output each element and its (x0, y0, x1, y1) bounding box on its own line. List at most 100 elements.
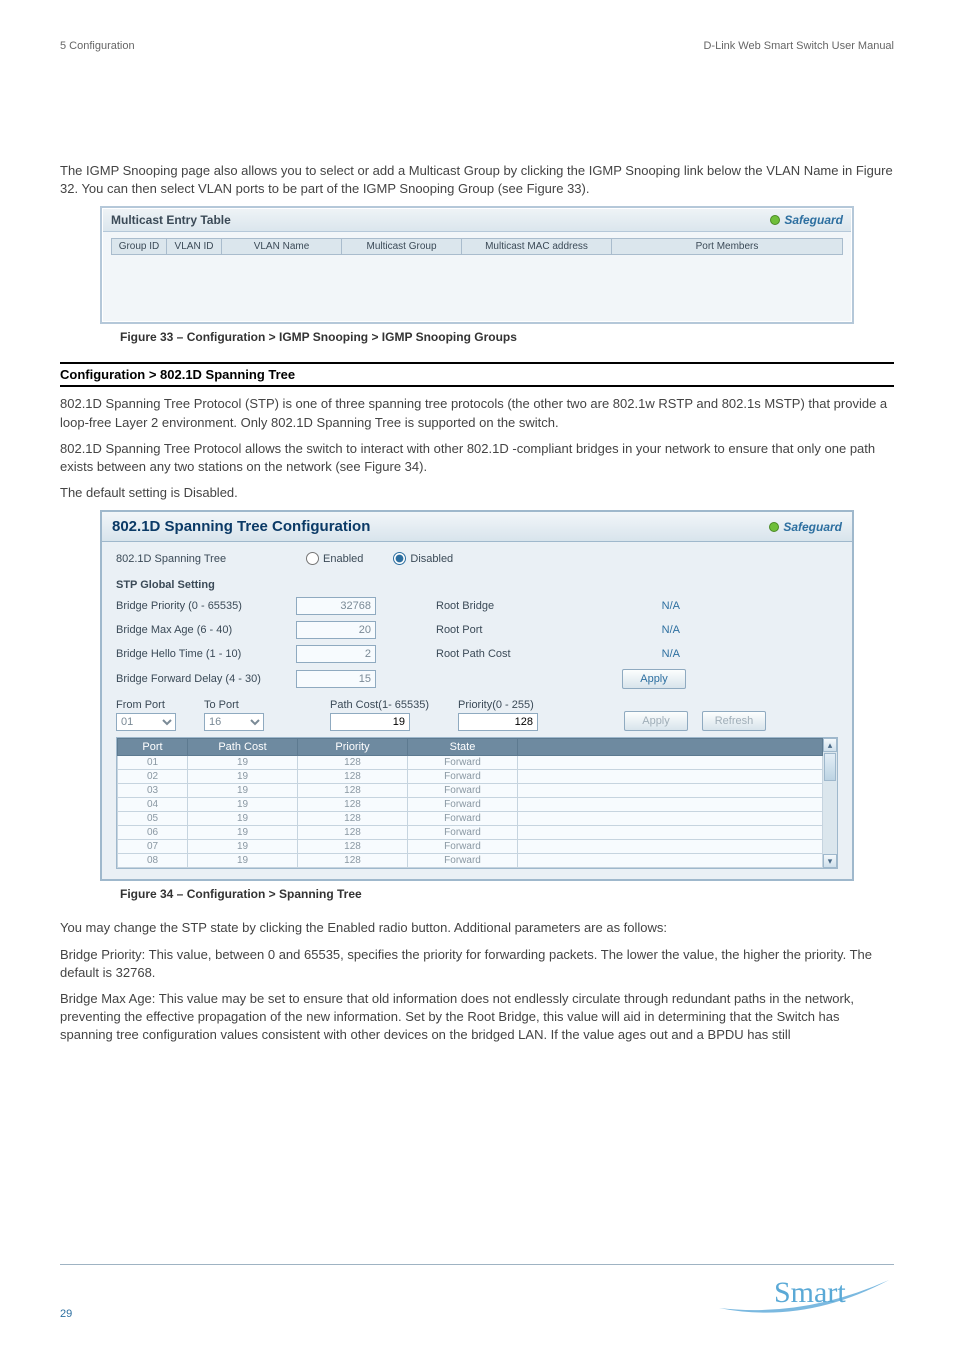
to-port-label: To Port (204, 699, 284, 711)
table-cell: Forward (408, 756, 518, 770)
table-cell: 128 (298, 798, 408, 812)
bridge-maxage-input[interactable] (296, 621, 376, 639)
priority-label: Priority(0 - 255) (458, 699, 568, 711)
table-row: 0519128Forward (118, 812, 823, 826)
root-bridge-label: Root Bridge (436, 600, 546, 612)
root-pathcost-value: N/A (546, 648, 686, 660)
scroll-down-icon[interactable]: ▾ (823, 854, 837, 868)
manual-title: D-Link Web Smart Switch User Manual (703, 40, 894, 52)
bridge-forward-input[interactable] (296, 670, 376, 688)
root-pathcost-label: Root Path Cost (436, 648, 546, 660)
chapter-label: 5 Configuration (60, 40, 135, 52)
table-row: 0719128Forward (118, 840, 823, 854)
stp-desc-1: 802.1D Spanning Tree Protocol (STP) is o… (60, 395, 894, 431)
th-empty (518, 739, 823, 756)
safeguard-label: Safeguard (783, 520, 842, 534)
page-number: 29 (60, 1308, 72, 1320)
multicast-empty-area (111, 255, 843, 315)
th-pathcost: Path Cost (188, 739, 298, 756)
table-cell: 19 (188, 826, 298, 840)
figure-33-caption: Figure 33 – Configuration > IGMP Snoopin… (120, 330, 894, 344)
col-vlan-name: VLAN Name (222, 239, 342, 255)
safeguard-badge: Safeguard (770, 213, 843, 227)
from-port-label: From Port (116, 699, 196, 711)
radio-disabled-input[interactable] (393, 552, 406, 565)
col-mc-group: Multicast Group (342, 239, 462, 255)
table-cell: Forward (408, 826, 518, 840)
panel-title: Multicast Entry Table (111, 213, 231, 227)
stp-panel-title: 802.1D Spanning Tree Configuration (112, 518, 370, 535)
intro-paragraph: The IGMP Snooping page also allows you t… (60, 162, 894, 198)
safeguard-icon (769, 522, 779, 532)
to-port-select[interactable]: 16 (204, 713, 264, 731)
safeguard-label: Safeguard (784, 213, 843, 227)
bridge-priority-label: Bridge Priority (0 - 65535) (116, 600, 296, 612)
safeguard-icon (770, 215, 780, 225)
safeguard-badge: Safeguard (769, 520, 842, 534)
table-cell: Forward (408, 798, 518, 812)
scroll-up-icon[interactable]: ▴ (823, 738, 837, 752)
table-cell: 08 (118, 854, 188, 868)
radio-enabled-input[interactable] (306, 552, 319, 565)
table-cell: 128 (298, 784, 408, 798)
table-row: 0319128Forward (118, 784, 823, 798)
table-cell: 19 (188, 854, 298, 868)
radio-enabled[interactable]: Enabled (306, 552, 363, 565)
table-cell: 19 (188, 840, 298, 854)
after-para-2: Bridge Priority: This value, between 0 a… (60, 946, 894, 982)
table-cell (518, 784, 823, 798)
table-cell (518, 798, 823, 812)
col-group-id: Group ID (112, 239, 167, 255)
bridge-forward-label: Bridge Forward Delay (4 - 30) (116, 673, 296, 685)
table-cell (518, 770, 823, 784)
apply-global-button[interactable]: Apply (622, 669, 686, 689)
root-port-value: N/A (546, 624, 686, 636)
table-cell: 128 (298, 854, 408, 868)
svg-text:Smart: Smart (774, 1276, 846, 1309)
table-cell (518, 854, 823, 868)
table-cell: 128 (298, 826, 408, 840)
radio-enabled-label: Enabled (323, 553, 363, 565)
table-cell: 19 (188, 784, 298, 798)
stp-radio-label: 802.1D Spanning Tree (116, 553, 276, 565)
after-para-3: Bridge Max Age: This value may be set to… (60, 990, 894, 1045)
priority-input[interactable] (458, 713, 538, 731)
table-cell (518, 840, 823, 854)
stp-port-table: Port Path Cost Priority State 0119128For… (117, 738, 823, 868)
smart-logo: Smart (714, 1270, 894, 1320)
table-cell: 06 (118, 826, 188, 840)
figure-34-caption: Figure 34 – Configuration > Spanning Tre… (120, 887, 894, 901)
table-cell: 04 (118, 798, 188, 812)
table-cell (518, 756, 823, 770)
apply-port-button[interactable]: Apply (624, 711, 688, 731)
table-cell (518, 826, 823, 840)
bridge-hello-input[interactable] (296, 645, 376, 663)
table-row: 0219128Forward (118, 770, 823, 784)
table-scrollbar[interactable]: ▴ ▾ (823, 738, 837, 868)
th-state: State (408, 739, 518, 756)
path-cost-input[interactable] (330, 713, 410, 731)
path-cost-label: Path Cost(1- 65535) (330, 699, 450, 711)
multicast-table: Group ID VLAN ID VLAN Name Multicast Gro… (111, 238, 843, 255)
radio-disabled[interactable]: Disabled (393, 552, 453, 565)
bridge-priority-input[interactable] (296, 597, 376, 615)
table-row: 0419128Forward (118, 798, 823, 812)
refresh-button[interactable]: Refresh (702, 711, 766, 731)
table-cell: 19 (188, 770, 298, 784)
table-cell: Forward (408, 840, 518, 854)
table-cell: 07 (118, 840, 188, 854)
from-port-select[interactable]: 01 (116, 713, 176, 731)
stp-global-heading: STP Global Setting (116, 579, 838, 591)
table-cell: 128 (298, 812, 408, 826)
table-cell: 128 (298, 840, 408, 854)
scroll-thumb[interactable] (824, 753, 836, 781)
table-cell: 19 (188, 756, 298, 770)
table-row: 0619128Forward (118, 826, 823, 840)
col-port-members: Port Members (612, 239, 843, 255)
root-port-label: Root Port (436, 624, 546, 636)
radio-disabled-label: Disabled (410, 553, 453, 565)
col-vlan-id: VLAN ID (167, 239, 222, 255)
root-bridge-value: N/A (546, 600, 686, 612)
table-row: 0819128Forward (118, 854, 823, 868)
table-cell: Forward (408, 854, 518, 868)
